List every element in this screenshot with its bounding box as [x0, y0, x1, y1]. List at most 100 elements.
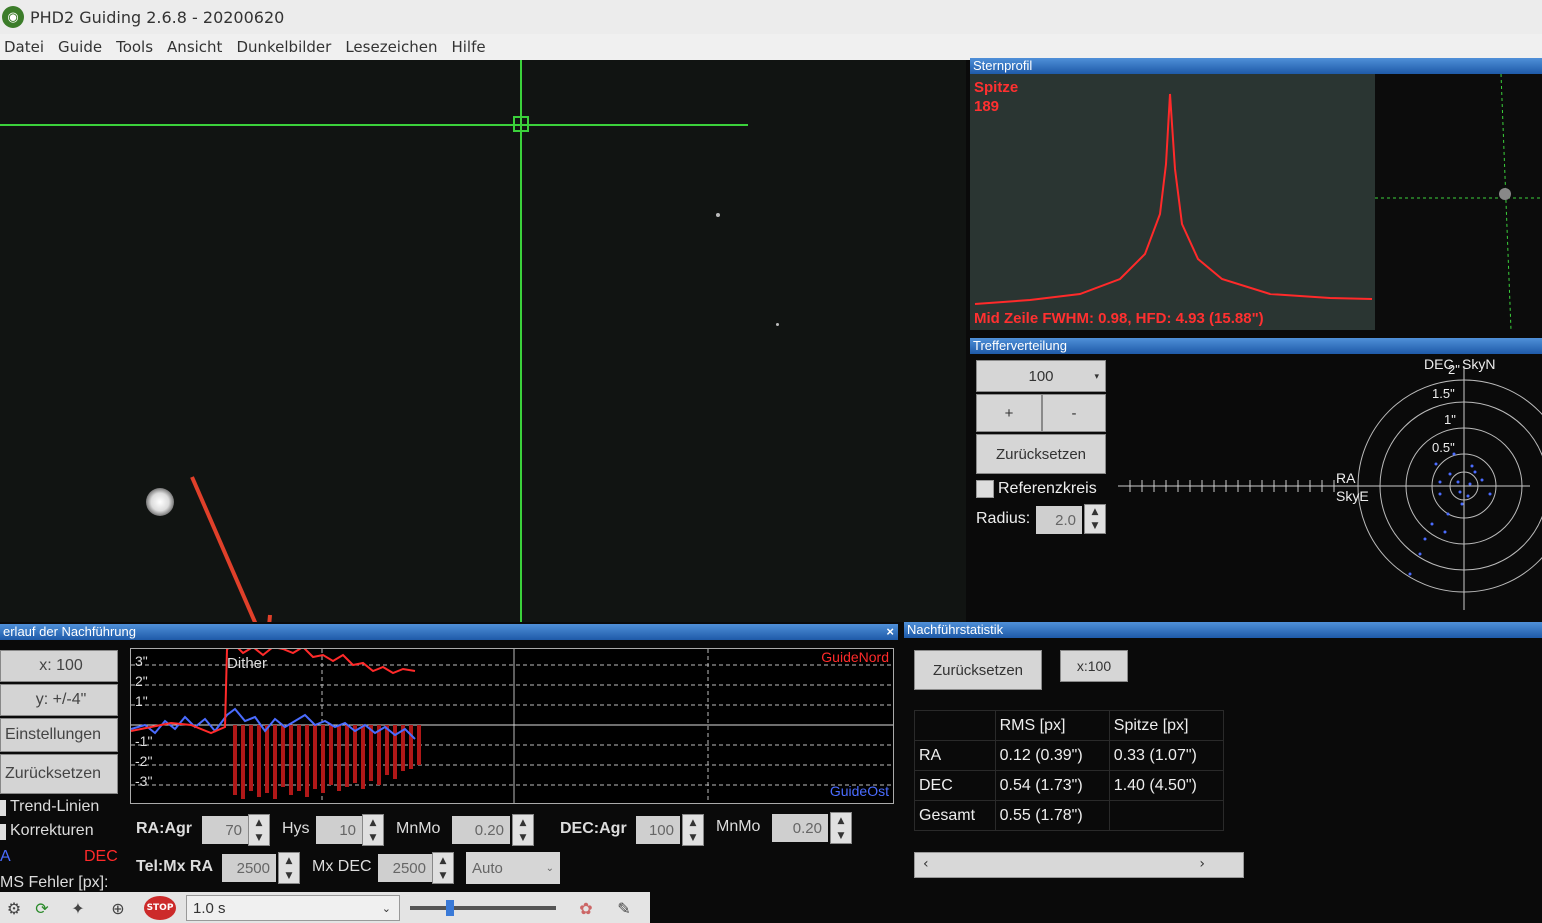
- y-tick-label: 2": [135, 673, 148, 689]
- target-distribution-panel: 100 ▾ + - Zurücksetzen Referenzkreis Rad…: [970, 354, 1542, 618]
- history-title: erlauf der Nachführung: [3, 624, 136, 639]
- axis-skyn-label: SkyN: [1462, 356, 1496, 372]
- loop-icon[interactable]: ⟳: [30, 896, 54, 920]
- guide-target-icon[interactable]: ⊕: [106, 896, 130, 920]
- stats-cell: 0.12 (0.39"): [994, 740, 1110, 771]
- dec-min-move-input[interactable]: 0.20: [772, 814, 828, 842]
- x-scale-dropdown[interactable]: x: 100: [0, 650, 118, 682]
- stats-table: RMS [px] Spitze [px] RA 0.12 (0.39") 0.3…: [914, 710, 1225, 831]
- menu-ansicht[interactable]: Ansicht: [167, 38, 222, 56]
- stats-cell: RA: [914, 740, 996, 771]
- dec-guide-mode-select[interactable]: Auto ⌄: [466, 852, 560, 884]
- corrections-label: Korrekturen: [10, 822, 94, 839]
- connect-icon[interactable]: ⚙: [2, 896, 26, 920]
- trend-lines-checkbox[interactable]: [0, 800, 6, 816]
- table-row: RA 0.12 (0.39") 0.33 (1.07"): [914, 740, 1225, 771]
- target-header: Trefferverteilung: [970, 338, 1542, 354]
- guide-history-graph[interactable]: Dither GuideNord GuideOst 3" 2" 1" -1" -…: [130, 648, 894, 804]
- wrench-icon[interactable]: ✎: [612, 896, 636, 920]
- dec-aggr-input[interactable]: 100: [636, 816, 680, 844]
- history-plot: [131, 649, 893, 803]
- thumbnail-crosshair: [1375, 73, 1542, 331]
- dec-legend: DEC: [84, 848, 118, 865]
- history-header: erlauf der Nachführung ×: [0, 624, 898, 640]
- profile-fwhm-readout: Mid Zeile FWHM: 0.98, HFD: 4.93 (15.88"): [974, 310, 1264, 327]
- stats-cell: 0.55 (1.78"): [994, 800, 1110, 831]
- brain-icon[interactable]: ✿: [574, 896, 598, 920]
- target-plot: [1118, 366, 1542, 610]
- table-row: Gesamt 0.55 (1.78"): [914, 800, 1225, 831]
- close-icon[interactable]: ×: [886, 624, 894, 640]
- profile-star-thumbnail: [1375, 73, 1542, 331]
- max-dec-duration-input[interactable]: 2500: [378, 854, 432, 882]
- max-ra-duration-spinner[interactable]: ▲ ▼: [278, 852, 300, 884]
- hysteresis-spinner[interactable]: ▲ ▼: [362, 814, 384, 846]
- ra-aggr-label: RA:Agr: [136, 820, 192, 837]
- menu-datei[interactable]: Datei: [4, 38, 44, 56]
- ring-label: 2": [1448, 362, 1460, 377]
- hysteresis-label: Hys: [282, 820, 310, 837]
- corrections-checkbox[interactable]: [0, 824, 6, 840]
- crosshair-horizontal: [0, 124, 748, 126]
- max-dec-duration-spinner[interactable]: ▲ ▼: [432, 852, 454, 884]
- menu-tools[interactable]: Tools: [116, 38, 153, 56]
- faint-star: [776, 323, 779, 326]
- stop-icon[interactable]: STOP: [144, 896, 176, 920]
- dec-aggr-label: DEC:Agr: [560, 820, 627, 837]
- stats-horizontal-scrollbar[interactable]: ‹ ›: [914, 852, 1244, 878]
- scroll-right-icon[interactable]: ›: [1199, 856, 1205, 872]
- table-row: DEC 0.54 (1.73") 1.40 (4.50"): [914, 770, 1225, 801]
- chevron-down-icon: ⌄: [545, 862, 554, 874]
- crosshair-vertical: [520, 60, 522, 622]
- dec-min-move-spinner[interactable]: ▲ ▼: [830, 812, 852, 844]
- history-reset-button[interactable]: Zurücksetzen: [0, 754, 118, 794]
- dec-guide-mode-value: Auto: [472, 859, 503, 877]
- menu-lesezeichen[interactable]: Lesezeichen: [345, 38, 437, 56]
- phd2-app-icon: ◉: [2, 6, 24, 28]
- max-ra-duration-input[interactable]: 2500: [222, 854, 276, 882]
- stats-cell: 0.54 (1.73"): [994, 770, 1110, 801]
- dec-aggr-spinner[interactable]: ▲ ▼: [682, 814, 704, 846]
- ra-aggr-spinner[interactable]: ▲ ▼: [248, 814, 270, 846]
- stats-col-header: [914, 710, 996, 741]
- exposure-value: 1.0 s: [193, 899, 226, 917]
- dec-correction-bars: [233, 725, 421, 799]
- bottom-toolbar: ⚙ ⟳ ✦ ⊕ STOP 1.0 s ⌄ ✿ ✎: [0, 892, 650, 923]
- stats-cell: [1108, 800, 1225, 831]
- stats-reset-button[interactable]: Zurücksetzen: [914, 650, 1042, 690]
- ring-label: 1": [1444, 412, 1456, 427]
- window-title: PHD2 Guiding 2.6.8 - 20200620: [30, 7, 285, 27]
- stats-cell: 1.40 (4.50"): [1108, 770, 1225, 801]
- stats-x-scale-dropdown[interactable]: x:100: [1060, 650, 1128, 682]
- scroll-left-icon[interactable]: ‹: [923, 856, 929, 872]
- history-settings-button[interactable]: Einstellungen: [0, 718, 118, 752]
- camera-view[interactable]: [0, 60, 966, 622]
- y-scale-value: y: +/-4": [35, 691, 87, 708]
- y-scale-dropdown[interactable]: y: +/-4": [0, 684, 118, 716]
- y-tick-label: -3": [135, 773, 153, 789]
- menu-hilfe[interactable]: Hilfe: [451, 38, 485, 56]
- dither-marker: Dither: [227, 655, 268, 672]
- guide-east-label: GuideOst: [829, 783, 889, 799]
- faint-star: [716, 213, 720, 217]
- trend-lines-label: Trend-Linien: [10, 798, 100, 815]
- menu-dunkelbilder[interactable]: Dunkelbilder: [236, 38, 331, 56]
- guide-star[interactable]: [146, 488, 174, 516]
- ra-aggr-input[interactable]: 70: [202, 816, 248, 844]
- y-tick-label: -1": [135, 733, 153, 749]
- axis-skye-label: SkyE: [1336, 488, 1369, 504]
- ra-min-move-spinner[interactable]: ▲ ▼: [512, 814, 534, 846]
- ra-min-move-input[interactable]: 0.20: [452, 816, 510, 844]
- menu-guide[interactable]: Guide: [58, 38, 102, 56]
- ring-label: 1.5": [1432, 386, 1455, 401]
- profile-curve: [974, 93, 1373, 305]
- y-tick-label: 1": [135, 693, 148, 709]
- gamma-slider[interactable]: [410, 900, 556, 916]
- hysteresis-input[interactable]: 10: [316, 816, 362, 844]
- auto-select-star-icon[interactable]: ✦: [66, 896, 90, 920]
- tel-max-ra-label: Tel:Mx RA: [136, 858, 214, 875]
- exposure-select[interactable]: 1.0 s ⌄: [186, 895, 400, 921]
- guiding-history-panel: x: 100 y: +/-4" Einstellungen Zurücksetz…: [0, 640, 898, 892]
- annotation-arrow-icon: [190, 476, 272, 622]
- lock-position-box: [513, 116, 529, 132]
